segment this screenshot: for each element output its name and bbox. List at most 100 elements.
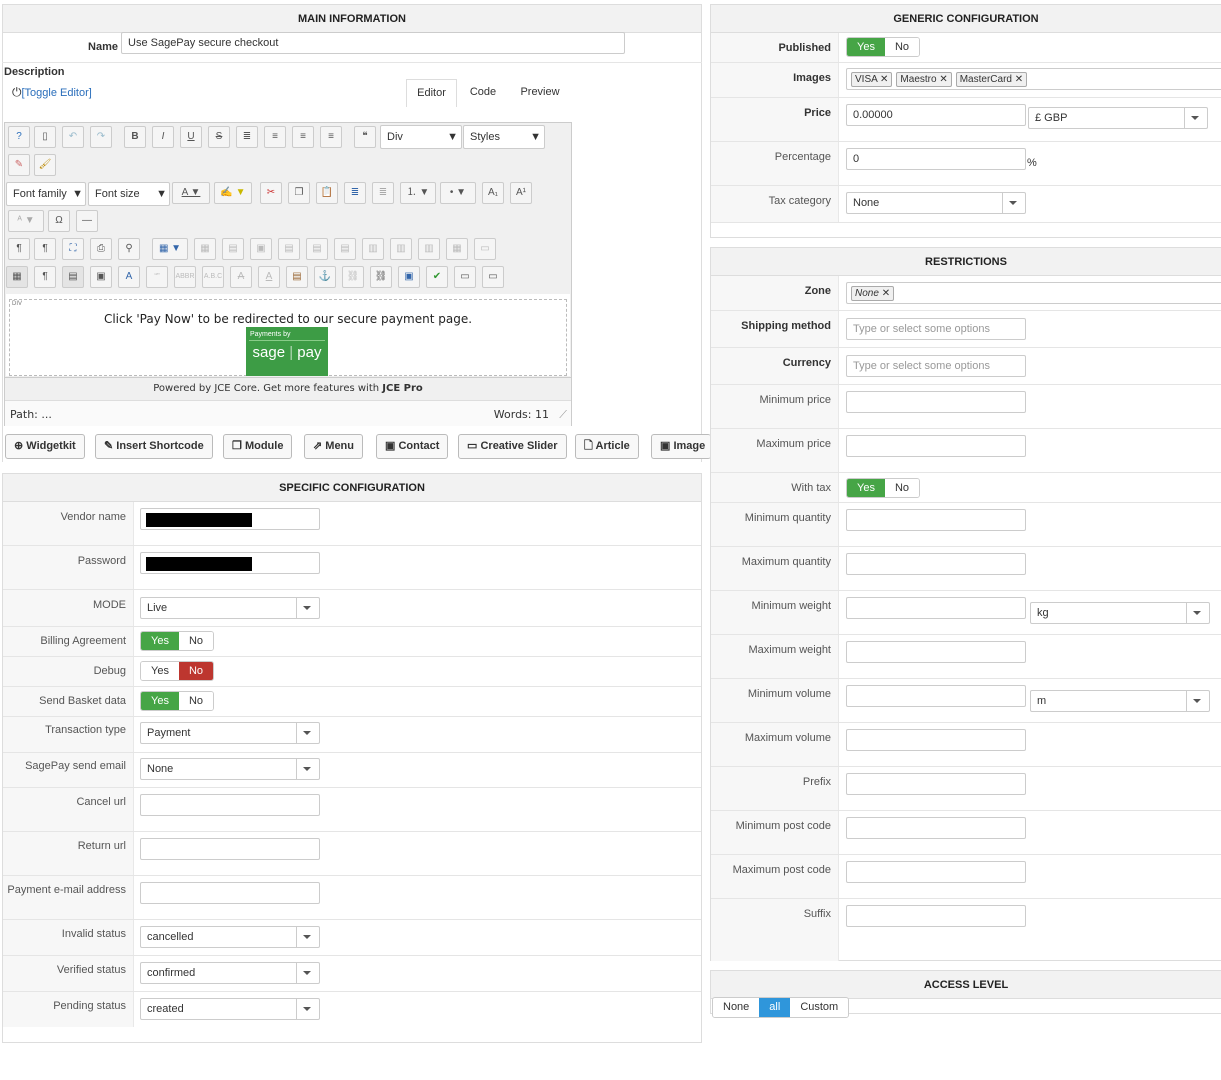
spellcheck-icon[interactable]: ✔ — [426, 266, 448, 288]
tab-code[interactable]: Code — [460, 79, 506, 107]
maximum-price-input[interactable] — [846, 435, 1026, 457]
minimum-post-code-input[interactable] — [846, 817, 1026, 839]
pending-status-select[interactable]: created — [140, 998, 320, 1020]
billing-agreement-toggle[interactable]: Yes No — [140, 631, 215, 651]
form-icon[interactable]: ▭ — [454, 266, 476, 288]
italic-icon[interactable]: I — [152, 126, 174, 148]
align-center-icon[interactable]: ≡ — [264, 126, 286, 148]
row-props-icon[interactable]: ▤ — [222, 238, 244, 260]
published-toggle[interactable]: Yes No — [846, 37, 921, 57]
volume-unit-select[interactable]: m — [1030, 690, 1210, 712]
editor-content[interactable]: DIV Click 'Pay Now' to be redirected to … — [6, 294, 570, 376]
resize-handle-icon[interactable]: ⟋ — [559, 409, 567, 422]
menu-button[interactable]: ⇗ Menu — [304, 434, 364, 459]
image-tag-maestro[interactable]: Maestro ✕ — [896, 72, 952, 87]
print-icon[interactable]: ⎙ — [90, 238, 112, 260]
no-option[interactable]: No — [178, 692, 214, 710]
eraser-icon[interactable]: ✎ — [8, 154, 30, 176]
image-insert-icon[interactable]: ▣ — [398, 266, 420, 288]
search-replace-icon[interactable]: ⚲ — [118, 238, 140, 260]
no-option[interactable]: No — [884, 479, 920, 497]
cancel-url-input[interactable] — [140, 794, 320, 816]
access-level-toggle[interactable]: None all Custom — [712, 997, 850, 1018]
minimum-volume-input[interactable] — [846, 685, 1026, 707]
no-option[interactable]: No — [178, 632, 214, 650]
widgetkit-button[interactable]: ⊕ Widgetkit — [5, 434, 85, 459]
yes-option[interactable]: Yes — [141, 632, 179, 650]
minimum-weight-input[interactable] — [846, 597, 1026, 619]
payment-email-input[interactable] — [140, 882, 320, 904]
attributes-icon[interactable]: ▤ — [286, 266, 308, 288]
unlink-icon[interactable]: ⛓ — [342, 266, 364, 288]
weight-unit-select[interactable]: kg — [1030, 602, 1210, 624]
bold-icon[interactable]: B — [124, 126, 146, 148]
cell-props-icon[interactable]: ▣ — [250, 238, 272, 260]
font-color-icon[interactable]: A ▼ — [172, 182, 210, 204]
template-icon[interactable]: ▣ — [90, 266, 112, 288]
zone-multiselect[interactable]: None ✕ — [846, 282, 1221, 304]
access-none-option[interactable]: None — [713, 998, 760, 1017]
align-right-icon[interactable]: ≡ — [320, 126, 342, 148]
anchor-icon[interactable]: ⚓ — [314, 266, 336, 288]
insert-col-before-icon[interactable]: ▥ — [362, 238, 384, 260]
iframe-icon[interactable]: ▭ — [482, 266, 504, 288]
link-icon[interactable]: ⛓ — [370, 266, 392, 288]
send-basket-toggle[interactable]: Yes No — [140, 691, 215, 711]
close-icon[interactable]: ✕ — [882, 288, 890, 299]
help-icon[interactable]: ? — [8, 126, 30, 148]
table-props-icon[interactable]: ▦ — [194, 238, 216, 260]
font-family-select[interactable]: Font family ▼ — [6, 182, 86, 206]
maximum-quantity-input[interactable] — [846, 553, 1026, 575]
images-multiselect[interactable]: VISA ✕ Maestro ✕ MasterCard ✕ — [846, 68, 1221, 90]
delete-text-icon[interactable]: A — [230, 266, 252, 288]
yes-option[interactable]: Yes — [847, 38, 885, 56]
highlight-color-icon[interactable]: ✍ ▼ — [214, 182, 252, 204]
no-option[interactable]: No — [178, 662, 214, 680]
paste-text-icon[interactable]: ≣ — [344, 182, 366, 204]
close-icon[interactable]: ✕ — [939, 74, 947, 85]
fullscreen-icon[interactable]: ⛶ — [62, 238, 84, 260]
styles-select[interactable]: Styles ▼ — [463, 125, 545, 149]
rtl-icon[interactable]: ¶ — [34, 238, 56, 260]
currency-input[interactable]: Type or select some options — [846, 355, 1026, 377]
undo-icon[interactable]: ↶ — [62, 126, 84, 148]
justify-icon[interactable]: ≣ — [236, 126, 258, 148]
underline-icon[interactable]: U — [180, 126, 202, 148]
delete-col-icon[interactable]: ▥ — [418, 238, 440, 260]
strikethrough-icon[interactable]: S — [208, 126, 230, 148]
debug-toggle[interactable]: Yes No — [140, 661, 215, 681]
minimum-price-input[interactable] — [846, 391, 1026, 413]
with-tax-toggle[interactable]: Yes No — [846, 478, 921, 498]
minimum-quantity-input[interactable] — [846, 509, 1026, 531]
image-tag-mastercard[interactable]: MasterCard ✕ — [955, 72, 1028, 87]
new-document-icon[interactable]: ▯ — [34, 126, 56, 148]
insert-col-after-icon[interactable]: ▥ — [390, 238, 412, 260]
insert-row-before-icon[interactable]: ▤ — [278, 238, 300, 260]
text-direction-icon[interactable]: ᴬ ▼ — [8, 210, 44, 232]
blockquote-icon[interactable]: ❝ — [354, 126, 376, 148]
yes-option[interactable]: Yes — [847, 479, 885, 497]
paste-word-icon[interactable]: ≣ — [372, 182, 394, 204]
cut-icon[interactable]: ✂ — [260, 182, 282, 204]
show-blocks-icon[interactable]: ▤ — [62, 266, 84, 288]
table-icon[interactable]: ▦ ▼ — [152, 238, 188, 260]
close-icon[interactable]: ✕ — [880, 74, 888, 85]
tab-preview[interactable]: Preview — [510, 79, 570, 107]
mode-select[interactable]: Live — [140, 597, 320, 619]
module-button[interactable]: ❐ Module — [223, 434, 293, 459]
superscript-icon[interactable]: A¹ — [510, 182, 532, 204]
vendor-name-input[interactable] — [140, 508, 320, 530]
acronym-icon[interactable]: A.B.C — [202, 266, 224, 288]
special-char-icon[interactable]: Ω — [48, 210, 70, 232]
tax-category-select[interactable]: None — [846, 192, 1026, 214]
yes-option[interactable]: Yes — [141, 692, 179, 710]
shipping-method-input[interactable]: Type or select some options — [846, 318, 1026, 340]
zone-tag-none[interactable]: None ✕ — [851, 286, 895, 301]
subscript-icon[interactable]: A₁ — [482, 182, 504, 204]
invalid-status-select[interactable]: cancelled — [140, 926, 320, 948]
horizontal-rule-icon[interactable]: — — [76, 210, 98, 232]
maximum-post-code-input[interactable] — [846, 861, 1026, 883]
image-button[interactable]: ▣ Image — [651, 434, 711, 459]
abbr-icon[interactable]: ABBR — [174, 266, 196, 288]
jce-pro-link[interactable]: JCE Pro — [382, 383, 423, 394]
